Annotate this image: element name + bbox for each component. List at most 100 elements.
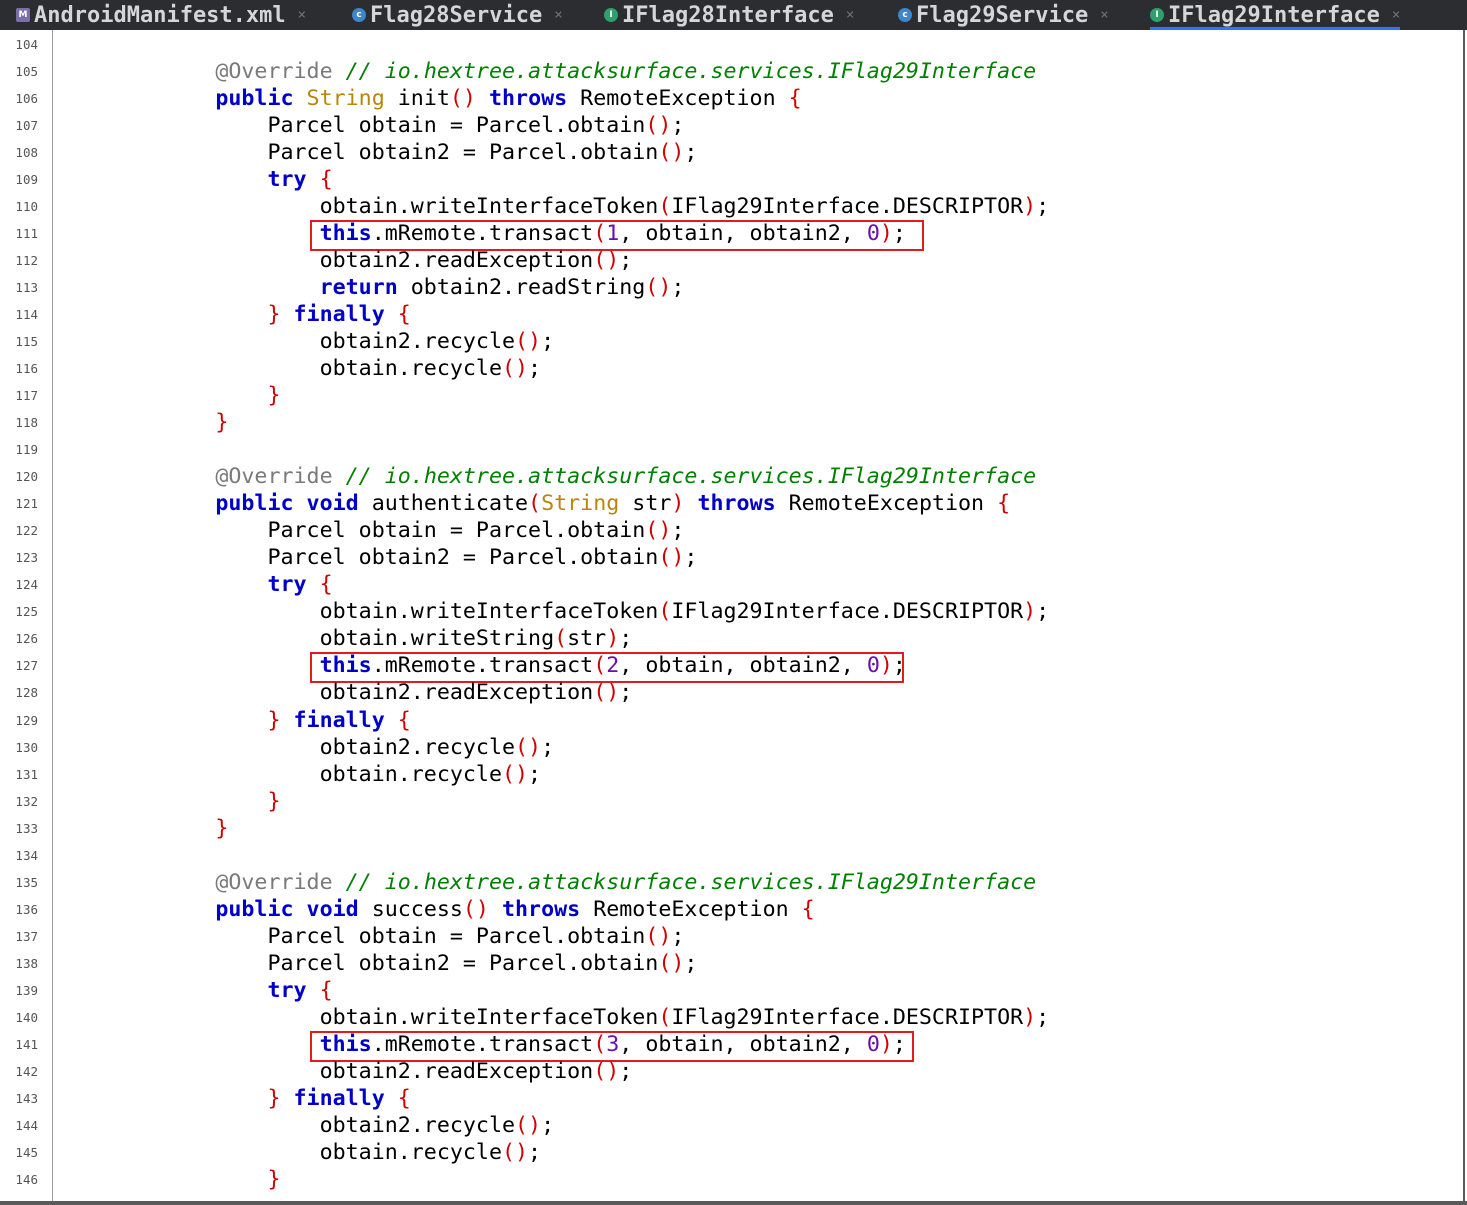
code-token: () [593, 1058, 620, 1084]
code-line[interactable]: 145 obtain.recycle(); [0, 1139, 1460, 1166]
code-line[interactable]: 117 } [0, 382, 1460, 409]
code-line[interactable]: 136 public void success() throws RemoteE… [0, 896, 1460, 923]
interface-icon: I [604, 8, 618, 22]
code-text: } finally { [59, 707, 410, 734]
code-token: public [59, 86, 307, 112]
code-line[interactable]: 116 obtain.recycle(); [0, 355, 1460, 382]
line-number: 104 [15, 37, 38, 52]
line-number: 129 [15, 712, 38, 728]
code-line[interactable]: 106 public String init() throws RemoteEx… [0, 85, 1460, 112]
line-number: 127 [15, 658, 38, 674]
code-line[interactable]: 114 } finally { [0, 301, 1460, 328]
code-token: ; [541, 734, 555, 760]
code-token: { [788, 86, 802, 112]
code-token: ; [671, 275, 685, 301]
code-token: obtain.writeString [59, 626, 555, 652]
code-line[interactable]: 133 } [0, 815, 1460, 842]
tab-iflag29interface[interactable]: I IFlag29Interface × [1150, 0, 1401, 30]
code-line[interactable]: 120 @Override // io.hextree.attacksurfac… [0, 463, 1460, 490]
code-line[interactable]: 134 [0, 842, 1460, 869]
tab-iflag28interface[interactable]: I IFlag28Interface × [604, 0, 854, 30]
code-token: { [306, 572, 333, 598]
code-line[interactable]: 130 obtain2.recycle(); [0, 734, 1460, 761]
code-line[interactable]: 119 [0, 436, 1460, 463]
code-line[interactable]: 125 obtain.writeInterfaceToken(IFlag29In… [0, 598, 1460, 625]
code-line[interactable]: 139 try { [0, 977, 1460, 1004]
code-token: () [645, 275, 672, 301]
code-text: @Override // io.hextree.attacksurface.se… [59, 58, 1036, 85]
code-token: ( [554, 626, 568, 652]
code-line[interactable]: 135 @Override // io.hextree.attacksurfac… [0, 869, 1460, 896]
code-token: String [541, 491, 620, 517]
code-token: } [59, 410, 229, 436]
code-token: obtain2.recycle [59, 1112, 516, 1138]
code-line[interactable]: 108 Parcel obtain2 = Parcel.obtain(); [0, 139, 1460, 166]
tab-androidmanifest[interactable]: M AndroidManifest.xml × [16, 0, 306, 30]
tab-flag29service[interactable]: c Flag29Service × [898, 0, 1109, 30]
close-icon[interactable]: × [298, 7, 306, 23]
code-text: obtain2.recycle(); [59, 1112, 555, 1139]
code-token: str [619, 491, 672, 517]
code-line[interactable]: 118 } [0, 409, 1460, 436]
code-token: () [593, 680, 620, 706]
code-text: @Override // io.hextree.attacksurface.se… [59, 463, 1036, 490]
code-text: obtain.writeString(str); [59, 625, 633, 652]
code-token: ; [528, 1139, 542, 1165]
line-number: 138 [15, 955, 38, 971]
line-number: 114 [15, 307, 38, 323]
tab-flag28service[interactable]: c Flag28Service × [352, 0, 563, 30]
code-token: { [306, 977, 333, 1003]
code-line[interactable]: 142 obtain2.readException(); [0, 1058, 1460, 1085]
code-line[interactable]: 138 Parcel obtain2 = Parcel.obtain(); [0, 950, 1460, 977]
code-line[interactable]: 110 obtain.writeInterfaceToken(IFlag29In… [0, 193, 1460, 220]
close-icon[interactable]: × [846, 7, 854, 23]
code-line[interactable]: 112 obtain2.readException(); [0, 247, 1460, 274]
code-text: obtain.writeInterfaceToken(IFlag29Interf… [59, 193, 1050, 220]
code-token: ; [671, 518, 685, 544]
code-line[interactable]: 109 try { [0, 166, 1460, 193]
code-line[interactable]: 123 Parcel obtain2 = Parcel.obtain(); [0, 544, 1460, 571]
code-line[interactable]: 137 Parcel obtain = Parcel.obtain(); [0, 923, 1460, 950]
code-token: ( [528, 491, 542, 517]
line-number: 111 [15, 226, 38, 242]
code-token: ( [658, 194, 672, 220]
code-line[interactable]: 131 obtain.recycle(); [0, 761, 1460, 788]
code-line[interactable]: 113 return obtain2.readString(); [0, 274, 1460, 301]
line-number: 110 [15, 199, 38, 215]
line-number: 142 [15, 1063, 38, 1079]
code-line[interactable]: 129 } finally { [0, 707, 1460, 734]
code-line[interactable]: 126 obtain.writeString(str); [0, 625, 1460, 652]
code-text: } finally { [59, 301, 410, 328]
line-number: 116 [15, 361, 38, 377]
code-token: @Override [59, 869, 346, 895]
code-line[interactable]: 104 [0, 31, 1460, 58]
line-number: 122 [15, 523, 38, 539]
line-number: 115 [15, 334, 38, 350]
close-icon[interactable]: × [554, 7, 562, 23]
code-token: } [59, 302, 294, 328]
code-line[interactable]: 143 } finally { [0, 1085, 1460, 1112]
code-line[interactable]: 115 obtain2.recycle(); [0, 328, 1460, 355]
code-line[interactable]: 146 } [0, 1166, 1460, 1193]
code-line[interactable]: 144 obtain2.recycle(); [0, 1112, 1460, 1139]
line-number: 109 [15, 172, 38, 188]
code-token: () [501, 761, 529, 787]
code-token: () [515, 1112, 542, 1138]
code-line[interactable]: 124 try { [0, 571, 1460, 598]
code-line[interactable]: 107 Parcel obtain = Parcel.obtain(); [0, 112, 1460, 139]
code-text: } [59, 382, 280, 409]
line-number: 121 [15, 496, 38, 512]
code-line[interactable]: 132 } [0, 788, 1460, 815]
code-line[interactable]: 140 obtain.writeInterfaceToken(IFlag29In… [0, 1004, 1460, 1031]
code-line[interactable]: 105 @Override // io.hextree.attacksurfac… [0, 58, 1460, 85]
code-token: () [645, 518, 672, 544]
close-icon[interactable]: × [1392, 7, 1400, 23]
code-line[interactable]: 121 public void authenticate(String str)… [0, 490, 1460, 517]
code-token: { [997, 491, 1011, 517]
code-line[interactable]: 122 Parcel obtain = Parcel.obtain(); [0, 517, 1460, 544]
code-line[interactable]: 128 obtain2.readException(); [0, 679, 1460, 706]
tab-label: Flag29Service [916, 2, 1089, 28]
code-text: try { [59, 571, 333, 598]
code-token: ; [671, 923, 685, 949]
close-icon[interactable]: × [1100, 7, 1108, 23]
